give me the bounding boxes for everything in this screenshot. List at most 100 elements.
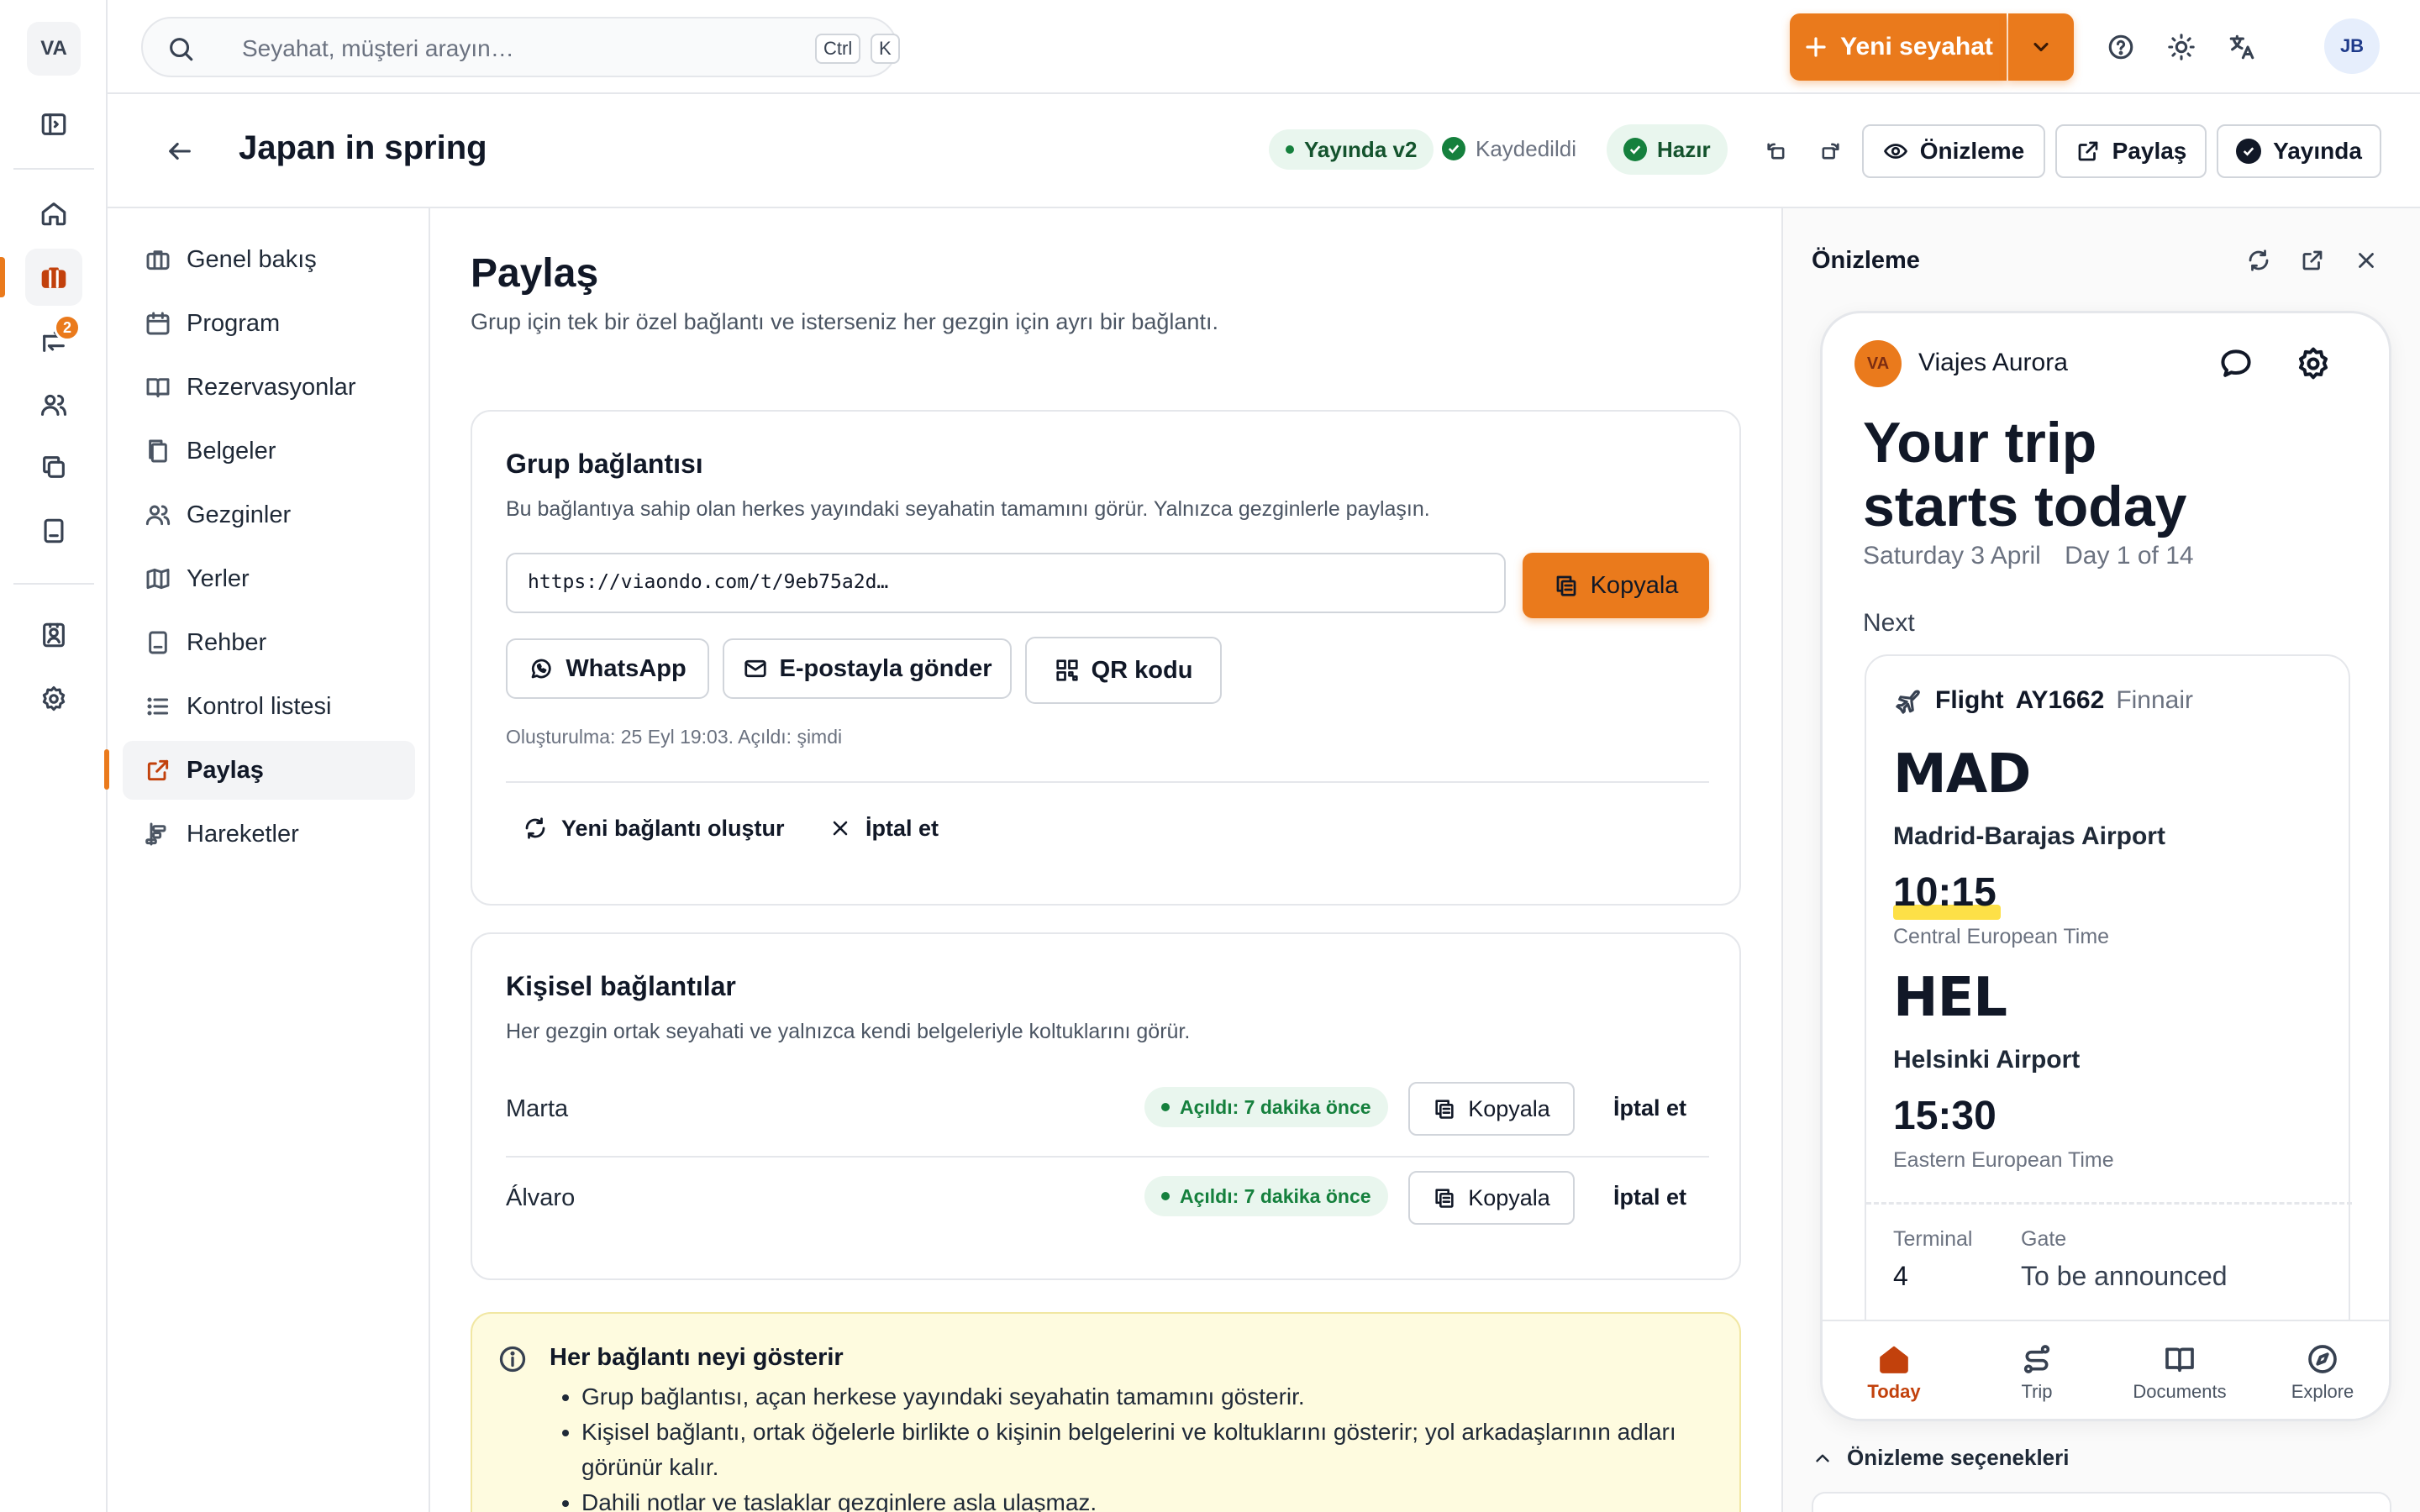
departure-code: MAD [1893, 743, 2031, 806]
info-list: Grup bağlantısı, açan herkese yayındaki … [556, 1379, 1724, 1512]
refresh-icon [525, 817, 545, 839]
table-row: Álvaro Açıldı: 7 dakika önce Kopyala İpt… [472, 1171, 1743, 1247]
copy-personal-link-button[interactable]: Kopyala [1408, 1171, 1575, 1225]
revoke-personal-link-button[interactable]: İptal et [1613, 1184, 1686, 1210]
copy-group-link-button[interactable]: Kopyala [1523, 553, 1709, 618]
trip-day: Day 1 of 14 [2065, 542, 2194, 570]
departure-time: 10:15 [1893, 870, 1996, 915]
preview-button[interactable]: Önizleme [1862, 124, 2045, 178]
toggle-sidebar-button[interactable] [25, 96, 82, 153]
revoke-label: İptal et [865, 815, 939, 841]
sidebar-item-activity[interactable]: Hareketler [123, 805, 415, 864]
rail-trips-button[interactable] [25, 249, 82, 306]
theme-toggle-button[interactable] [2154, 20, 2208, 74]
status-badge-label: Açıldı: 7 dakika önce [1180, 1095, 1371, 1118]
sidebar-item-program[interactable]: Program [123, 294, 415, 353]
preview-panel: Önizleme VA Viajes Aurora Your trip star… [1781, 208, 2420, 1512]
sidebar-item-travelers[interactable]: Gezginler [123, 486, 415, 544]
chat-icon[interactable] [2217, 345, 2254, 382]
tab-label: Today [1867, 1381, 1921, 1402]
send-email-button[interactable]: E-postayla gönder [723, 638, 1012, 699]
revoke-group-link-button[interactable]: İptal et [829, 805, 939, 852]
sidebar-item-bookings[interactable]: Rezervasyonlar [123, 358, 415, 417]
rail-settings-button[interactable] [25, 670, 82, 727]
published-version-label: Yayında v2 [1304, 136, 1418, 162]
back-button[interactable] [156, 128, 203, 175]
trip-date: Saturday 3 April [1863, 542, 2041, 570]
preview-options-toggle[interactable]: Önizleme seçenekleri [1812, 1445, 2069, 1471]
rail-guides-button[interactable] [25, 502, 82, 559]
user-avatar[interactable]: JB [2324, 18, 2380, 74]
open-external-button[interactable] [2296, 244, 2329, 277]
tab-label: Explore [2291, 1381, 2354, 1402]
sidebar-item-overview[interactable]: Genel bakış [123, 230, 415, 289]
copy-personal-link-button[interactable]: Kopyala [1408, 1082, 1575, 1136]
publish-button[interactable]: Yayında [2217, 124, 2381, 178]
revoke-personal-link-button[interactable]: İptal et [1613, 1095, 1686, 1121]
trip-sidebar: Genel bakış Program Rezervasyonlar Belge… [104, 208, 430, 1512]
tab-today[interactable]: Today [1823, 1321, 1965, 1419]
rail-divider [13, 168, 94, 170]
preview-panel-title: Önizleme [1812, 247, 1920, 274]
book-icon [2165, 1347, 2194, 1373]
status-badge: Açıldı: 7 dakika önce [1144, 1087, 1388, 1127]
group-link-description: Bu bağlantıya sahip olan herkes yayındak… [506, 497, 1430, 521]
divider [506, 1156, 1709, 1158]
redo-icon [1822, 143, 1839, 160]
tab-explore[interactable]: Explore [2251, 1321, 2389, 1419]
info-title: Her bağlantı neyi gösterir [550, 1344, 844, 1371]
sidebar-item-places[interactable]: Yerler [123, 549, 415, 608]
sidebar-toggle-icon [41, 113, 66, 135]
gear-icon[interactable] [2295, 345, 2332, 382]
share-button[interactable]: Paylaş [2055, 124, 2207, 178]
search-input[interactable]: Seyahat, müşteri arayın… Ctrl K [141, 17, 900, 77]
regenerate-link-button[interactable]: Yeni bağlantı oluştur [523, 805, 785, 852]
copy-button-label: Kopyala [1468, 1095, 1550, 1121]
search-placeholder: Seyahat, müşteri arayın… [242, 35, 514, 61]
close-preview-button[interactable] [2349, 244, 2383, 277]
flight-label: Flight [1935, 686, 2004, 714]
rail-customers-button[interactable] [25, 376, 82, 433]
mail-icon [744, 659, 766, 678]
new-trip-dropdown-button[interactable] [2008, 13, 2074, 81]
translate-icon [2229, 34, 2254, 60]
undo-button[interactable] [1749, 124, 1803, 178]
refresh-preview-button[interactable] [2242, 244, 2275, 277]
share-whatsapp-button[interactable]: WhatsApp [506, 638, 709, 699]
ready-status-label: Hazır [1657, 136, 1711, 162]
flight-card[interactable]: Flight AY1662 Finnair MAD Madrid-Barajas… [1865, 654, 2352, 1410]
traveler-name: Marta [506, 1095, 569, 1122]
help-button[interactable] [2094, 20, 2148, 74]
copy-icon [1435, 1189, 1454, 1208]
qr-code-button[interactable]: QR kodu [1025, 637, 1222, 704]
list-item: Kişisel bağlantı, ortak öğelerle birlikt… [581, 1415, 1724, 1485]
rail-contacts-button[interactable] [25, 606, 82, 664]
headline-line-2: starts today [1863, 475, 2187, 538]
page-title: Japan in spring [239, 129, 487, 166]
home-icon [41, 202, 66, 226]
users-icon [145, 505, 171, 526]
documents-icon [149, 439, 167, 463]
publish-button-label: Yayında [2273, 138, 2362, 164]
trip-date-line: Saturday 3 April Day 1 of 14 [1863, 542, 2194, 570]
divider [506, 781, 1709, 783]
sidebar-item-checklist[interactable]: Kontrol listesi [123, 677, 415, 736]
sidebar-item-guide[interactable]: Rehber [123, 613, 415, 672]
arrow-left-icon [169, 142, 191, 160]
tab-documents[interactable]: Documents [2108, 1321, 2251, 1419]
rail-home-button[interactable] [25, 185, 82, 242]
regenerate-link-label: Yeni bağlantı oluştur [561, 815, 785, 841]
redo-button[interactable] [1803, 124, 1857, 178]
group-link-title: Grup bağlantısı [506, 449, 703, 479]
list-icon [147, 697, 169, 716]
new-trip-button[interactable]: Yeni seyahat [1790, 13, 2007, 81]
agency-logo: VA [1854, 340, 1902, 387]
list-item: Dahili notlar ve taslaklar gezginlere as… [581, 1485, 1724, 1512]
language-button[interactable] [2215, 20, 2269, 74]
rail-library-button[interactable] [25, 438, 82, 496]
workspace-logo[interactable]: VA [27, 22, 81, 76]
tab-trip[interactable]: Trip [1965, 1321, 2108, 1419]
group-link-url-field[interactable]: https://viaondo.com/t/9eb75a2d… [506, 553, 1506, 613]
sidebar-item-share[interactable]: Paylaş [123, 741, 415, 800]
sidebar-item-documents[interactable]: Belgeler [123, 422, 415, 480]
